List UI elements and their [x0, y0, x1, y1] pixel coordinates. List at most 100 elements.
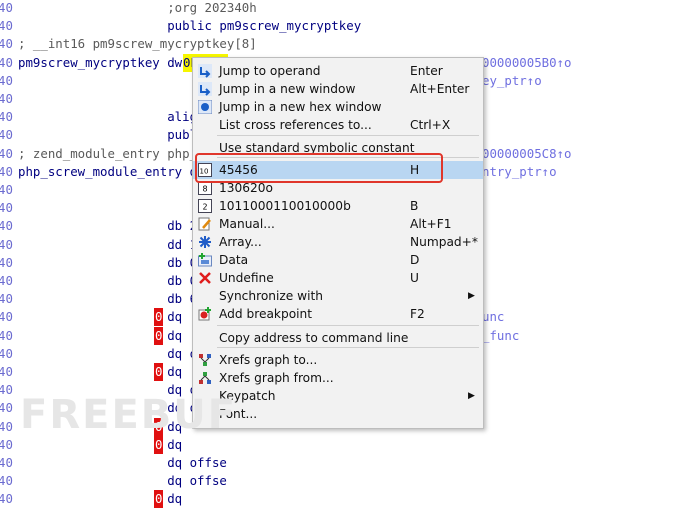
menu-item-data[interactable]: Data D: [193, 251, 483, 269]
array-icon: [198, 235, 212, 249]
line-gutter: 40: [0, 327, 13, 343]
menu-item-label: Xrefs graph from...: [219, 371, 334, 385]
xref-comment[interactable]: 00000005C8↑o: [482, 145, 572, 163]
menu-separator: [217, 325, 479, 326]
menu-item-shortcut: Numpad+*: [410, 235, 478, 249]
menu-item-label: Jump in a new window: [219, 82, 356, 96]
line-gutter: 40: [0, 0, 13, 15]
watermark-logo: FREEBUF: [20, 392, 238, 438]
line-gutter: 40: [0, 418, 13, 434]
line-gutter: 40: [0, 491, 13, 507]
menu-item-1011000110010000b[interactable]: 2 1011000110010000b B: [193, 197, 483, 215]
menu-item-label: Jump to operand: [219, 64, 321, 78]
menu-item-manual[interactable]: Manual... Alt+F1: [193, 215, 483, 233]
line-gutter: 40: [0, 91, 13, 106]
line-gutter: 40: [0, 309, 13, 325]
disasm-text: public pm9screw_mycryptkey: [18, 18, 362, 34]
breakpoint-icon: [198, 307, 212, 321]
xref-comment[interactable]: ey_ptr↑o: [482, 72, 542, 90]
menu-item-shortcut: B: [410, 199, 419, 213]
disasm-text: ; __int16 pm9screw_mycryptkey[8]: [18, 36, 257, 52]
line-gutter: 40: [0, 345, 13, 361]
svg-text:8: 8: [203, 185, 208, 194]
line-gutter: 40: [0, 291, 13, 307]
xref-comment[interactable]: _func: [482, 327, 519, 345]
binary-icon: 2: [198, 199, 212, 213]
line-gutter: 40: [0, 109, 13, 125]
line-gutter: 40: [0, 382, 13, 398]
octal-icon: 8: [198, 181, 212, 195]
menu-item-label: 1011000110010000b: [219, 199, 351, 213]
menu-item-jump-in-a-new-hex-window[interactable]: Jump in a new hex window: [193, 98, 483, 116]
menu-item-add-breakpoint[interactable]: Add breakpoint F2: [193, 305, 483, 323]
menu-item-label: Add breakpoint: [219, 307, 313, 321]
line-gutter: 40: [0, 236, 13, 252]
line-gutter: 40: [0, 200, 13, 216]
menu-item-shortcut: D: [410, 253, 420, 267]
line-gutter: 40: [0, 18, 13, 34]
submenu-arrow-icon: ▶: [468, 291, 475, 301]
disasm-text: php_screw_module_entry du: [18, 163, 205, 179]
error-marker: 0: [154, 435, 164, 454]
menu-item-xrefs-graph-from[interactable]: Xrefs graph from...: [193, 369, 483, 387]
line-gutter: 40: [0, 400, 13, 416]
line-gutter: 40: [0, 436, 13, 452]
line-gutter: 40: [0, 163, 13, 179]
disasm-text: dq offse: [18, 455, 227, 470]
menu-item-label: Xrefs graph to...: [219, 353, 318, 367]
menu-item-jump-to-operand[interactable]: Jump to operand Enter: [193, 62, 483, 80]
disasm-text: db 0: [18, 254, 198, 270]
menu-item-label: Data: [219, 253, 249, 267]
menu-item-shortcut: Ctrl+X: [410, 118, 451, 132]
line-gutter: 40: [0, 254, 13, 270]
line-gutter: 40: [0, 54, 13, 70]
disasm-text: dq: [18, 491, 190, 507]
disasm-text: ; zend_module_entry php_s: [18, 145, 205, 161]
menu-item-label: Array...: [219, 235, 262, 249]
error-marker: 0: [154, 326, 164, 345]
menu-item-label: Manual...: [219, 217, 275, 231]
line-gutter: 40: [0, 455, 13, 470]
xref-comment[interactable]: ntry_ptr↑o: [482, 163, 557, 181]
menu-item-xrefs-graph-to[interactable]: Xrefs graph to...: [193, 351, 483, 369]
menu-item-shortcut: Enter: [410, 64, 443, 78]
xref-comment[interactable]: 00000005B0↑o: [482, 54, 572, 72]
menu-item-label: Jump in a new hex window: [219, 100, 382, 114]
menu-item-shortcut: Alt+Enter: [410, 82, 470, 96]
disasm-text: dq: [18, 436, 190, 452]
menu-item-synchronize-with[interactable]: Synchronize with ▶: [193, 287, 483, 305]
jump-operand-icon: [198, 64, 212, 78]
line-gutter: 40: [0, 473, 13, 489]
data-icon: [198, 253, 212, 267]
menu-item-jump-in-a-new-window[interactable]: Jump in a new window Alt+Enter: [193, 80, 483, 98]
manual-edit-icon: [198, 217, 212, 231]
line-gutter: 40: [0, 218, 13, 234]
menu-separator: [217, 135, 479, 136]
disasm-text: ;org 202340h: [18, 0, 257, 15]
line-gutter: 40: [0, 36, 13, 52]
line-gutter: 40: [0, 127, 13, 143]
disasm-text: dq: [18, 309, 190, 325]
disasm-text: pm9screw_mycryptkey dw: [18, 54, 190, 70]
hex-window-icon: [197, 99, 213, 115]
menu-item-list-cross-references-to[interactable]: List cross references to... Ctrl+X: [193, 116, 483, 134]
menu-item-array[interactable]: Array... Numpad+*: [193, 233, 483, 251]
line-gutter: 40: [0, 182, 13, 197]
submenu-arrow-icon: ▶: [468, 391, 475, 401]
jump-window-icon: [198, 82, 212, 96]
xref-comment[interactable]: unc: [482, 308, 504, 326]
menu-item-copy-address-to-command-line[interactable]: Copy address to command line: [193, 329, 483, 347]
disasm-text: db 0: [18, 273, 198, 288]
svg-text:2: 2: [203, 203, 208, 212]
menu-item-label: Undefine: [219, 271, 274, 285]
line-gutter: 40: [0, 364, 13, 379]
error-marker: 0: [154, 490, 164, 508]
menu-item-label: List cross references to...: [219, 118, 372, 132]
line-gutter: 40: [0, 145, 13, 161]
menu-item-shortcut: Alt+F1: [410, 217, 452, 231]
undefine-icon: [198, 271, 212, 285]
disasm-text: dq: [18, 364, 190, 379]
menu-item-label: Copy address to command line: [219, 331, 409, 345]
disasm-text: dq: [18, 327, 190, 343]
menu-item-undefine[interactable]: Undefine U: [193, 269, 483, 287]
